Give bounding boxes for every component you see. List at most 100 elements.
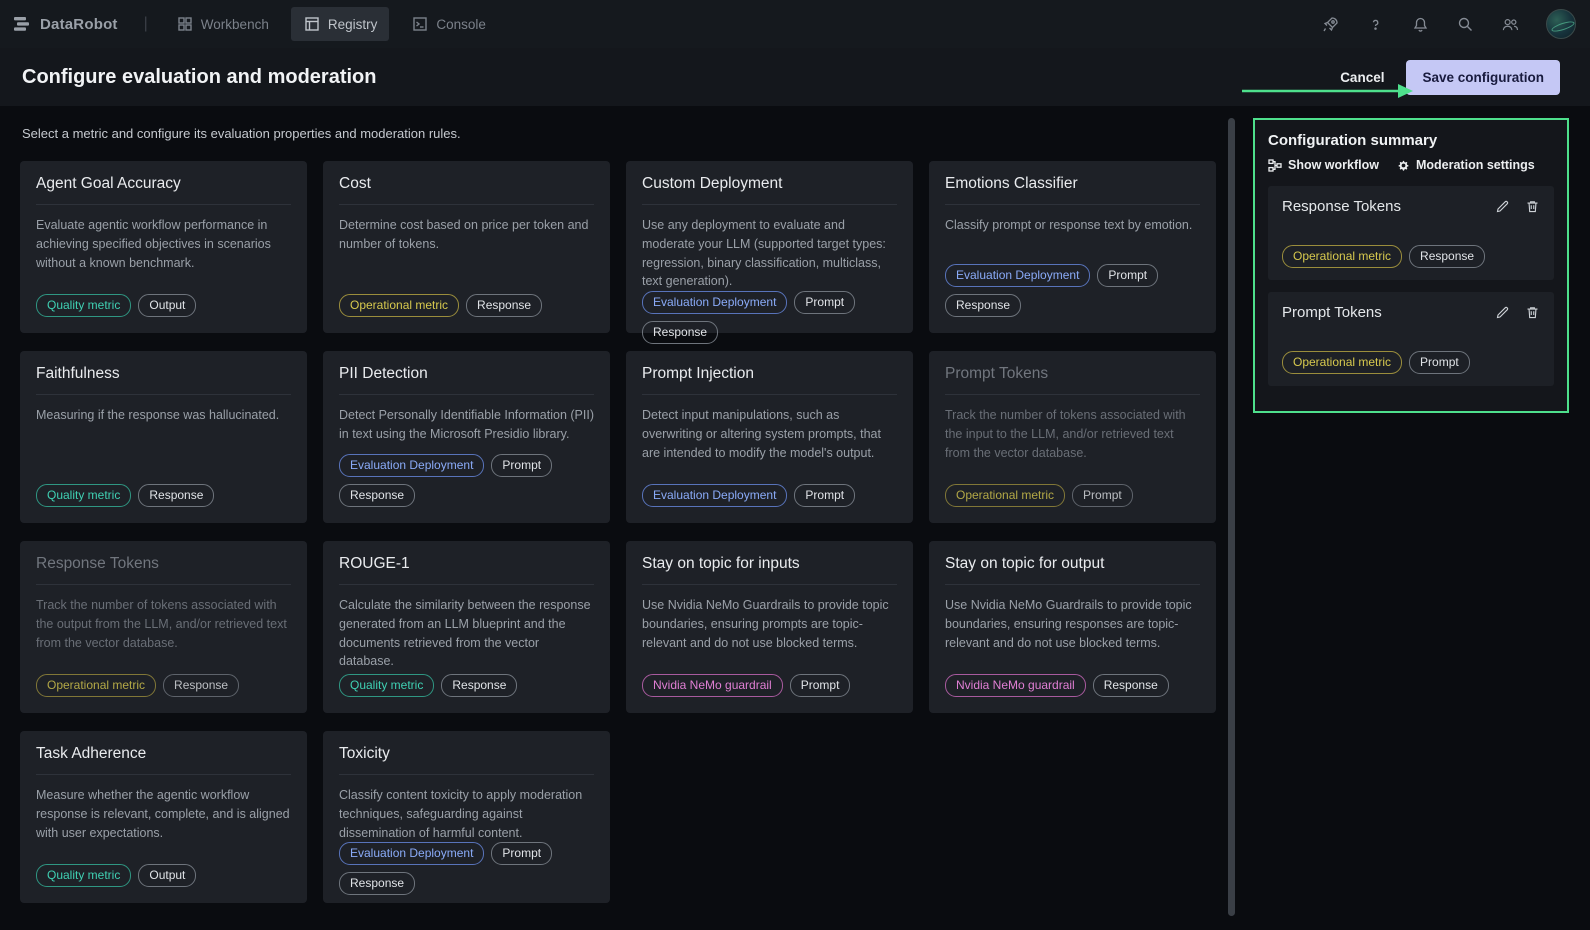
nav-item-label: Workbench <box>201 17 269 32</box>
tag-plain: Response <box>642 321 718 344</box>
registry-icon <box>303 15 321 33</box>
metric-card[interactable]: Stay on topic for outputUse Nvidia NeMo … <box>929 541 1216 713</box>
metric-card-title: Prompt Injection <box>642 365 897 395</box>
tag-operational: Operational metric <box>1282 351 1402 374</box>
cancel-button[interactable]: Cancel <box>1340 70 1384 85</box>
tag-operational: Operational metric <box>945 484 1065 507</box>
metric-card-tags: Evaluation Deployment Prompt <box>642 484 897 507</box>
metric-card-description: Use Nvidia NeMo Guardrails to provide to… <box>642 596 897 652</box>
summary-item-head: Prompt Tokens <box>1282 304 1540 321</box>
nav-divider: | <box>144 15 148 33</box>
brand[interactable]: DataRobot <box>14 15 118 33</box>
tag-nemo: Nvidia NeMo guardrail <box>642 674 783 697</box>
tag-deployment: Evaluation Deployment <box>339 454 484 477</box>
tag-deployment: Evaluation Deployment <box>642 291 787 314</box>
metric-card[interactable]: ROUGE-1Calculate the similarity between … <box>323 541 610 713</box>
show-workflow-link[interactable]: Show workflow <box>1268 158 1379 172</box>
metric-card[interactable]: Prompt Tokens Track the number of tokens … <box>929 351 1216 523</box>
show-workflow-label: Show workflow <box>1288 158 1379 172</box>
summary-item-actions <box>1494 305 1540 321</box>
top-nav: DataRobot | Workbench Registry Console <box>0 0 1590 48</box>
metric-card-title: Prompt Tokens <box>945 365 1200 395</box>
metric-card-tags: Evaluation DeploymentPromptResponse <box>339 454 594 507</box>
metric-card-description: Track the number of tokens associated wi… <box>945 406 1200 462</box>
metric-card-title: Stay on topic for output <box>945 555 1200 585</box>
tag-plain: Response <box>441 674 517 697</box>
metric-card[interactable]: FaithfulnessMeasuring if the response wa… <box>20 351 307 523</box>
metric-card[interactable]: Custom DeploymentUse any deployment to e… <box>626 161 913 333</box>
tag-plain: Response <box>339 484 415 507</box>
metric-card[interactable]: Task Adherence Measure whether the agenti… <box>20 731 307 903</box>
metric-card-description: Track the number of tokens associated wi… <box>36 596 291 652</box>
scrollbar-track <box>1228 118 1235 916</box>
tag-plain: Response <box>339 872 415 895</box>
metric-card-description: Measure whether the agentic workflow res… <box>36 786 291 842</box>
metric-card-tags: Quality metric Output <box>36 864 291 887</box>
metric-card-tags: Quality metricResponse <box>36 484 291 507</box>
delete-icon[interactable] <box>1524 199 1540 215</box>
page-title: Configure evaluation and moderation <box>22 66 376 89</box>
tag-plain: Response <box>945 294 1021 317</box>
metric-card-tags: Quality metricOutput <box>36 294 291 317</box>
tag-plain: Response <box>163 674 239 697</box>
rocket-icon[interactable] <box>1321 15 1339 33</box>
avatar[interactable] <box>1546 9 1576 39</box>
metric-card[interactable]: ToxicityClassify content toxicity to app… <box>323 731 610 903</box>
tag-plain: Prompt <box>491 842 552 865</box>
summary-item: Prompt Tokens Operational metricPrompt <box>1268 292 1554 386</box>
metric-card-title: Task Adherence <box>36 745 291 775</box>
metric-card[interactable]: Agent Goal AccuracyEvaluate agentic work… <box>20 161 307 333</box>
metric-card-title: Toxicity <box>339 745 594 775</box>
help-icon[interactable] <box>1366 15 1384 33</box>
users-icon[interactable] <box>1501 15 1519 33</box>
nav-item-workbench[interactable]: Workbench <box>164 7 281 41</box>
tag-plain: Response <box>1093 674 1169 697</box>
metric-card[interactable]: Prompt Injection Detect input manipulatio… <box>626 351 913 523</box>
metric-card-title: Stay on topic for inputs <box>642 555 897 585</box>
moderation-settings-link[interactable]: Moderation settings <box>1397 158 1535 172</box>
tag-plain: Prompt <box>1097 264 1158 287</box>
tag-operational: Operational metric <box>36 674 156 697</box>
tag-plain: Output <box>138 864 196 887</box>
metric-card-description: Detect input manipulations, such as over… <box>642 406 897 462</box>
tag-deployment: Evaluation Deployment <box>642 484 787 507</box>
tag-plain: Prompt <box>794 484 855 507</box>
edit-icon[interactable] <box>1494 199 1510 215</box>
metric-card[interactable]: PII DetectionDetect Personally Identifia… <box>323 351 610 523</box>
tag-quality: Quality metric <box>36 864 131 887</box>
nav-item-label: Console <box>436 17 486 32</box>
metric-card-tags: Nvidia NeMo guardrailPrompt <box>642 674 897 697</box>
summary-item-tags: Operational metricResponse <box>1282 245 1540 268</box>
metric-card-description: Determine cost based on price per token … <box>339 216 594 254</box>
workbench-icon <box>176 15 194 33</box>
nav-item-console[interactable]: Console <box>399 7 498 41</box>
nav-right <box>1321 9 1576 39</box>
metric-card[interactable]: Response TokensTrack the number of token… <box>20 541 307 713</box>
metric-card-title: PII Detection <box>339 365 594 395</box>
metric-card-description: Use any deployment to evaluate and moder… <box>642 216 897 291</box>
gear-icon <box>1397 159 1410 172</box>
metric-card[interactable]: Emotions ClassifierClassify prompt or re… <box>929 161 1216 333</box>
notifications-icon[interactable] <box>1411 15 1429 33</box>
tag-plain: Response <box>466 294 542 317</box>
metric-card[interactable]: Stay on topic for inputs Use Nvidia NeMo … <box>626 541 913 713</box>
summary-item-tags: Operational metricPrompt <box>1282 351 1540 374</box>
tag-nemo: Nvidia NeMo guardrail <box>945 674 1086 697</box>
summary-item-head: Response Tokens <box>1282 198 1540 215</box>
summary-item: Response Tokens Operational metricRespons… <box>1268 186 1554 280</box>
metric-card-tags: Quality metricResponse <box>339 674 594 697</box>
summary-item-title: Prompt Tokens <box>1282 304 1382 321</box>
delete-icon[interactable] <box>1524 305 1540 321</box>
scrollbar-thumb[interactable] <box>1228 118 1235 916</box>
datarobot-logo-icon <box>14 15 32 33</box>
summary-items: Response Tokens Operational metricRespons… <box>1268 186 1554 386</box>
search-icon[interactable] <box>1456 15 1474 33</box>
tag-operational: Operational metric <box>1282 245 1402 268</box>
header-actions: Cancel Save configuration <box>1340 60 1568 95</box>
metric-card[interactable]: CostDetermine cost based on price per to… <box>323 161 610 333</box>
tag-plain: Response <box>138 484 214 507</box>
metric-card-description: Calculate the similarity between the res… <box>339 596 594 671</box>
save-configuration-button[interactable]: Save configuration <box>1406 60 1560 95</box>
nav-item-registry[interactable]: Registry <box>291 7 390 41</box>
edit-icon[interactable] <box>1494 305 1510 321</box>
